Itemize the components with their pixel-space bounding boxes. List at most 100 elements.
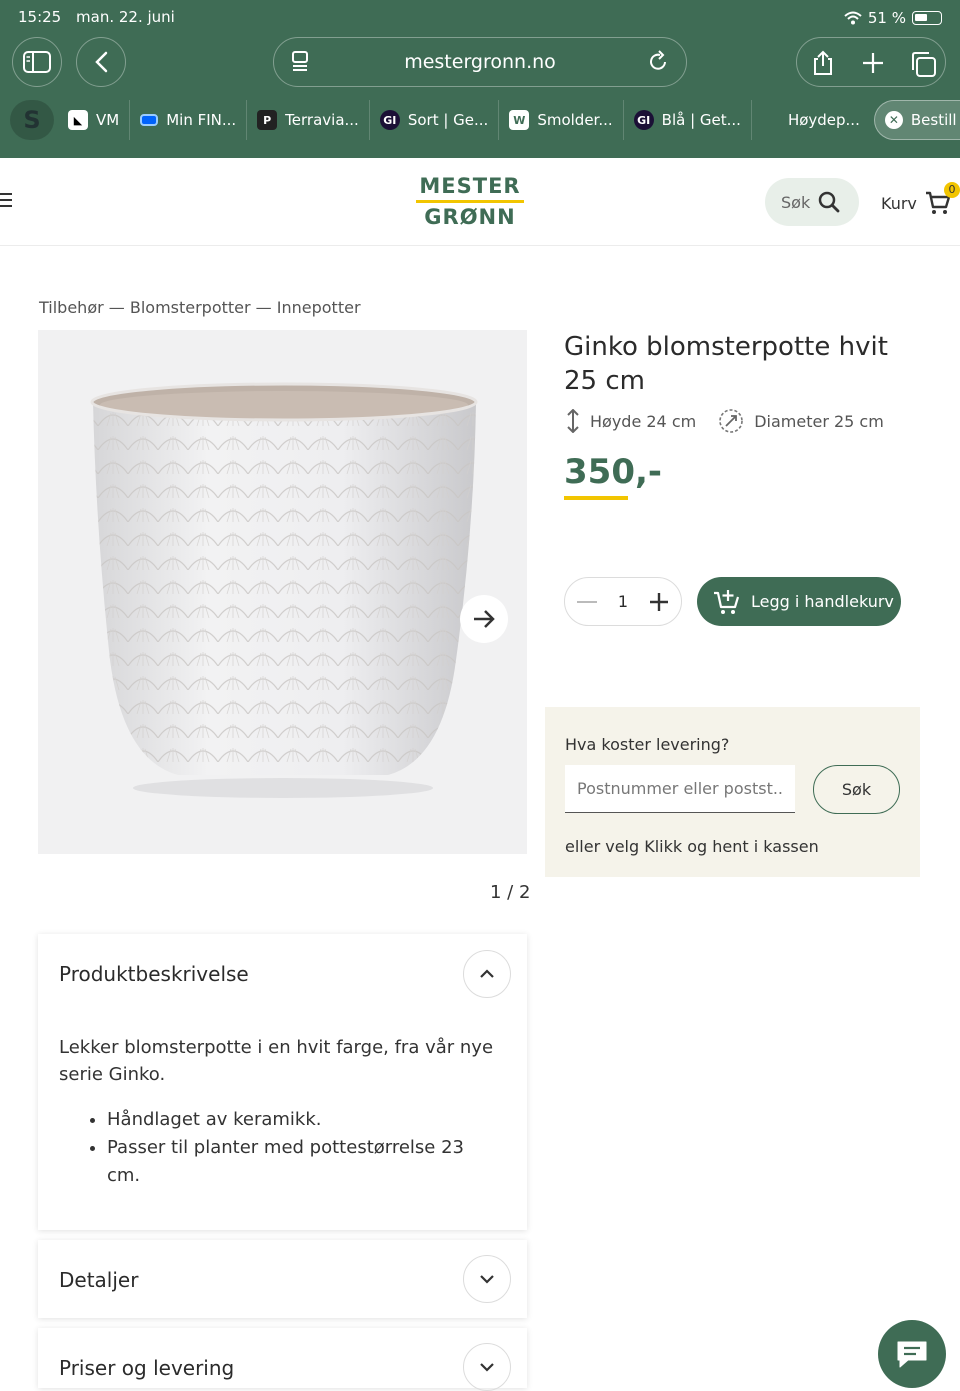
chevron-left-icon	[95, 51, 108, 73]
site-header: MESTER GRØNN Søk Kurv 0	[0, 158, 960, 246]
logo-line-1: MESTER	[419, 174, 521, 198]
tab-hoydep[interactable]: Høydep...	[752, 100, 870, 140]
delivery-question: Hva koster levering?	[565, 735, 730, 754]
wifi-icon	[844, 11, 862, 25]
click-and-collect-text: eller velg Klikk og hent i kassen	[565, 837, 819, 856]
image-counter: 1 / 2	[490, 882, 531, 903]
page-menu-icon[interactable]	[290, 50, 312, 74]
finn-favicon-icon	[140, 114, 159, 126]
postcode-input[interactable]	[565, 765, 795, 813]
cart-label: Kurv	[881, 193, 917, 213]
gi-favicon-icon: GI	[633, 110, 654, 130]
logo-line-2: GRØNN	[424, 205, 516, 229]
tab-label: Høydep...	[787, 111, 860, 129]
tab-label: Terravia...	[285, 111, 359, 129]
pricing-title[interactable]: Priser og levering	[59, 1356, 234, 1380]
tab-terravia[interactable]: P Terravia...	[247, 100, 370, 140]
price-underline	[564, 496, 628, 500]
list-item: Passer til planter med pottestørrelse 23…	[107, 1134, 499, 1190]
diameter-label: Diameter 25 cm	[754, 411, 884, 431]
plus-icon[interactable]	[861, 50, 885, 76]
breadcrumb[interactable]: Tilbehør — Blomsterpotter — Innepotter	[39, 298, 361, 317]
add-to-cart-label: Legg i handlekurv	[751, 592, 894, 611]
delivery-search-button[interactable]: Søk	[813, 765, 900, 814]
close-tab-icon[interactable]: ✕	[884, 111, 903, 129]
tab-bestill[interactable]: ✕ Bestill G...	[873, 100, 960, 140]
tab-label: Bestill G...	[910, 111, 960, 129]
details-section[interactable]: Detaljer	[38, 1240, 527, 1318]
url-text: mestergronn.no	[404, 51, 556, 73]
tab-bar: S ◣ VM Min FIN... P Terravia... GI Sort …	[10, 100, 960, 140]
plus-icon[interactable]	[649, 592, 669, 612]
tab-finn[interactable]: Min FIN...	[130, 100, 248, 140]
expand-details-button[interactable]	[463, 1255, 511, 1303]
tab-label: Smolder...	[537, 111, 613, 129]
tab-bla[interactable]: GI Blå | Get...	[624, 100, 752, 140]
share-icon[interactable]	[811, 50, 835, 76]
quantity-value[interactable]: 1	[618, 592, 628, 611]
diameter-icon	[719, 409, 744, 433]
cart-button[interactable]: Kurv	[881, 190, 951, 216]
list-item: Håndlaget av keramikk.	[107, 1106, 499, 1134]
add-to-cart-icon	[714, 589, 740, 614]
height-label: Høyde 24 cm	[590, 411, 697, 431]
diameter-spec: Diameter 25 cm	[718, 408, 884, 434]
tab-label: Sort | Ge...	[407, 111, 489, 129]
expand-pricing-button[interactable]	[463, 1343, 511, 1391]
sidebar-toggle-button[interactable]	[12, 37, 62, 87]
browser-chrome: 15:25 man. 22. juni 51 % mestergronn.no …	[0, 0, 960, 158]
height-spec: Høyde 24 cm	[566, 409, 696, 433]
search-icon	[818, 191, 840, 213]
pricing-section[interactable]: Priser og levering	[38, 1328, 527, 1391]
next-image-button[interactable]	[460, 595, 508, 643]
product-specs: Høyde 24 cm Diameter 25 cm	[566, 408, 906, 434]
description-body: Lekker blomsterpotte i en hvit farge, fr…	[59, 1034, 499, 1190]
tab-label: VM	[96, 111, 120, 129]
description-text: Lekker blomsterpotte i en hvit farge, fr…	[59, 1037, 494, 1085]
chat-button[interactable]	[878, 1320, 946, 1388]
status-date: man. 22. juni	[76, 8, 175, 26]
chevron-down-icon	[480, 1363, 494, 1372]
status-time: 15:25	[18, 8, 62, 26]
search-label: Søk	[781, 192, 811, 212]
flower-pot-image	[90, 382, 478, 798]
quantity-stepper: 1	[564, 577, 682, 626]
arrow-right-icon	[474, 610, 495, 628]
details-title[interactable]: Detaljer	[59, 1268, 138, 1292]
chevron-down-icon	[480, 1275, 494, 1284]
chevron-up-icon	[480, 969, 494, 978]
menu-icon[interactable]	[0, 193, 12, 207]
p-favicon-icon: P	[257, 110, 278, 130]
minus-icon[interactable]	[577, 600, 597, 604]
sidebar-icon	[23, 51, 51, 73]
vm-favicon-icon: ◣	[68, 110, 88, 130]
reload-icon[interactable]	[648, 50, 670, 74]
tab-vm[interactable]: ◣ VM	[58, 100, 131, 140]
address-bar[interactable]: mestergronn.no	[273, 37, 687, 87]
site-logo[interactable]: MESTER GRØNN	[416, 174, 524, 229]
description-section: Produktbeskrivelse Lekker blomsterpotte …	[38, 934, 527, 1230]
search-button[interactable]: Søk	[765, 178, 859, 226]
tab-label: Blå | Get...	[661, 111, 741, 129]
collapse-description-button[interactable]	[463, 950, 511, 998]
tab-smolder[interactable]: W Smolder...	[499, 100, 624, 140]
status-bar: 15:25 man. 22. juni 51 %	[18, 8, 942, 28]
w-favicon-icon: W	[509, 110, 530, 130]
gi-favicon-icon: GI	[379, 110, 400, 130]
battery-icon	[912, 11, 942, 25]
tab-label: Min FIN...	[166, 111, 237, 129]
description-title[interactable]: Produktbeskrivelse	[59, 962, 249, 986]
tabs-overview-icon[interactable]	[909, 50, 937, 78]
cart-count-badge: 0	[944, 182, 960, 198]
tab-group-button[interactable]: S	[10, 100, 54, 140]
tab-sort[interactable]: GI Sort | Ge...	[370, 100, 500, 140]
chat-icon	[897, 1341, 927, 1368]
browser-toolbar: mestergronn.no	[0, 36, 960, 88]
back-button[interactable]	[76, 37, 126, 87]
description-list: Håndlaget av keramikk. Passer til plante…	[59, 1106, 499, 1190]
tab-group-letter: S	[23, 106, 41, 134]
add-to-cart-button[interactable]: Legg i handlekurv	[697, 577, 901, 626]
height-icon	[567, 409, 579, 433]
logo-divider	[416, 200, 524, 203]
product-image[interactable]	[38, 330, 527, 854]
